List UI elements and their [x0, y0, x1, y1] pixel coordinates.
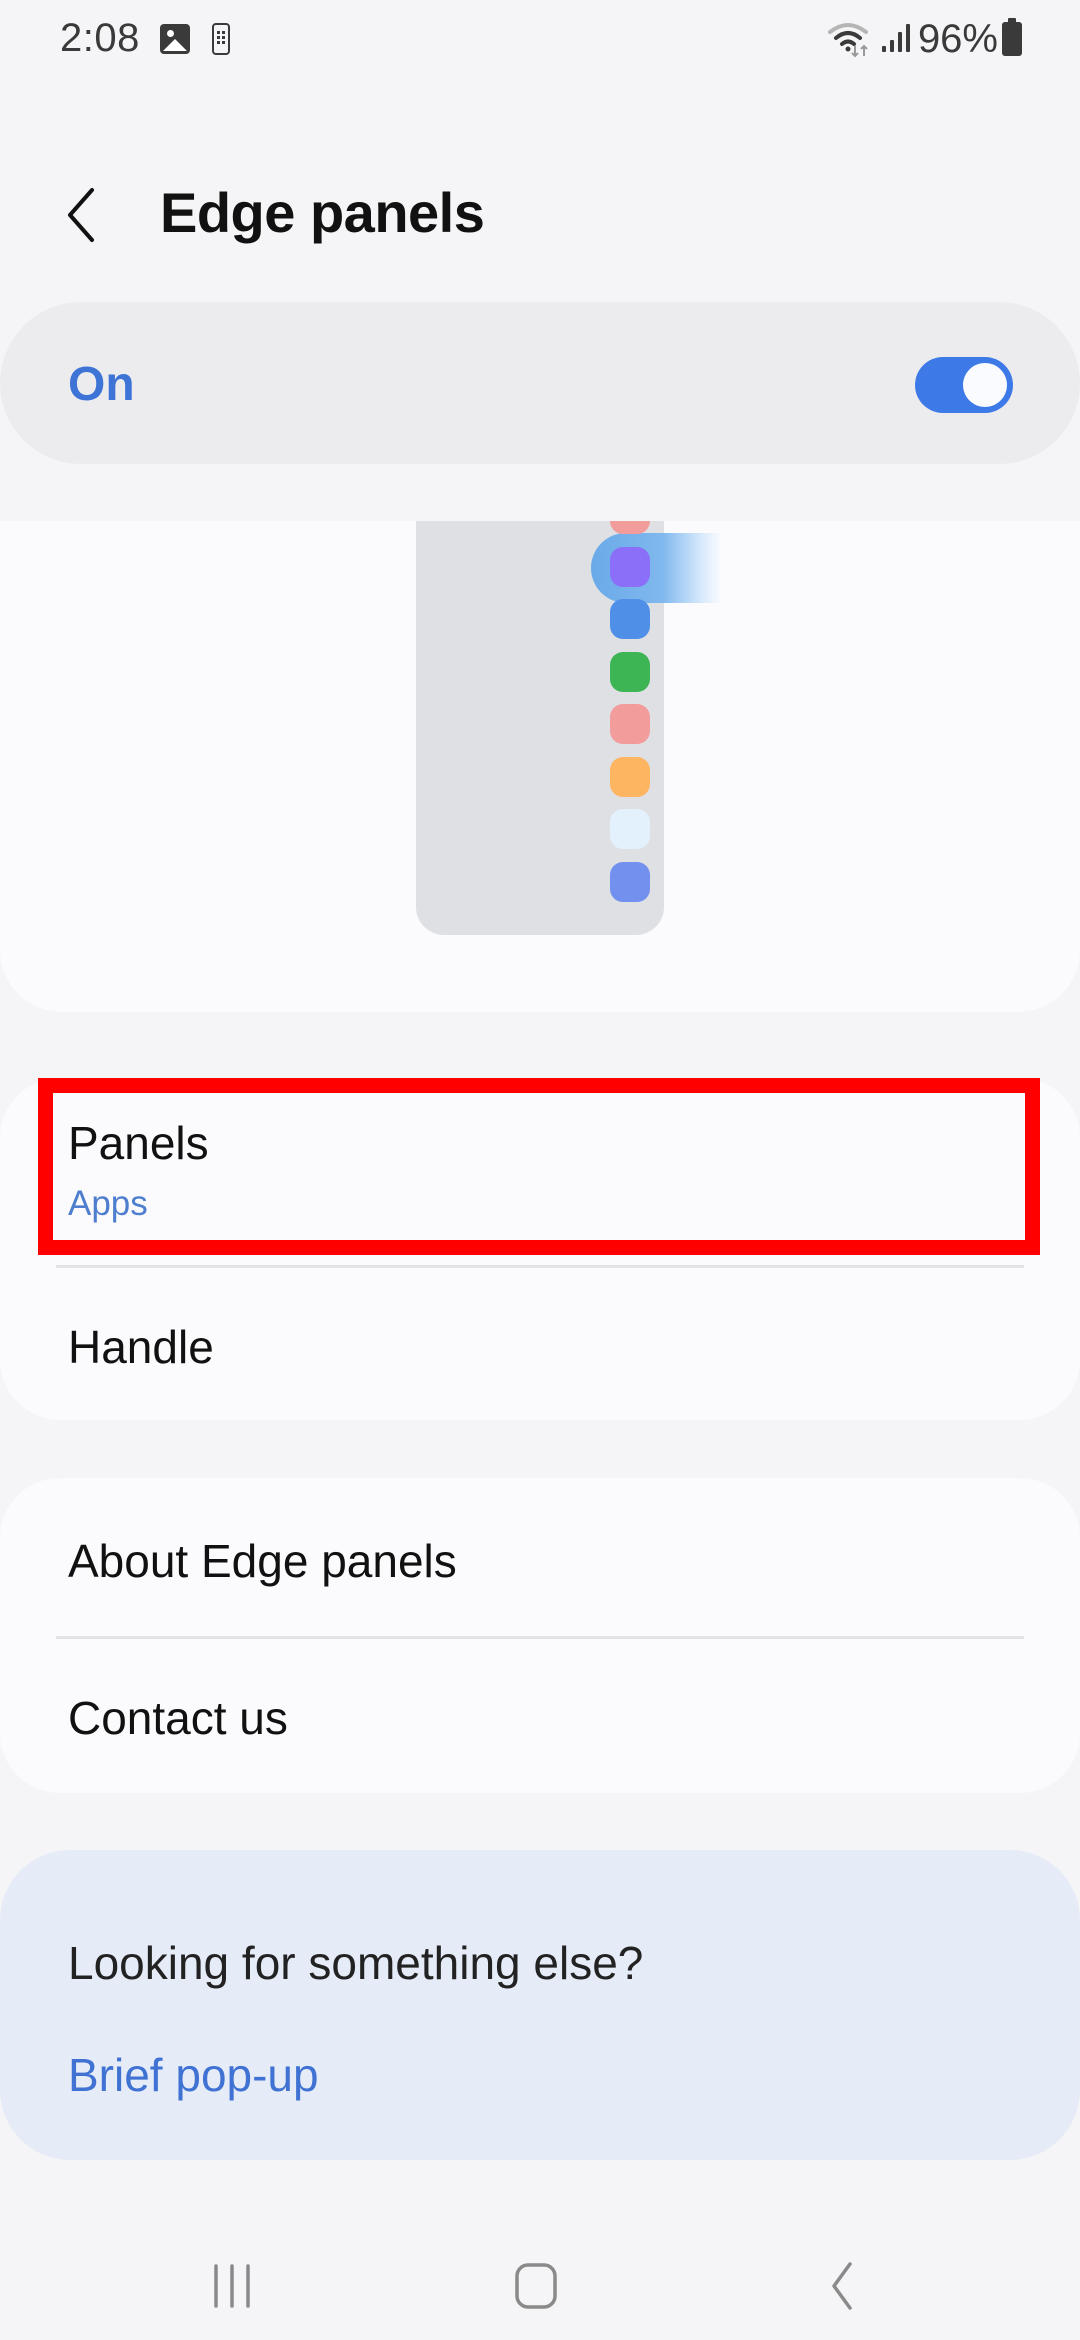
- recents-icon: [214, 2264, 250, 2308]
- edge-app-icon: [610, 809, 650, 849]
- home-button[interactable]: [495, 2250, 575, 2320]
- item-title: About Edge panels: [68, 1535, 457, 1587]
- back-icon: [832, 2262, 852, 2310]
- preview-card: [0, 521, 1080, 1012]
- edge-app-icon: [610, 651, 650, 692]
- settings-card-about: About Edge panels Contact us: [0, 1478, 1080, 1793]
- nav-back-button[interactable]: [800, 2250, 880, 2320]
- edge-app-icon: [610, 546, 650, 587]
- app-bar: Edge panels: [0, 160, 1080, 270]
- list-item-panels[interactable]: Panels Apps: [0, 1078, 1080, 1258]
- master-switch-bar[interactable]: On: [0, 302, 1080, 464]
- list-item-contact[interactable]: Contact us: [0, 1639, 1080, 1793]
- item-subtitle: Apps: [68, 1184, 148, 1223]
- suggestions-card: Looking for something else? Brief pop-up: [0, 1850, 1080, 2160]
- page-title: Edge panels: [160, 181, 485, 244]
- status-bar: 2:08 96%: [0, 0, 1080, 80]
- status-time: 2:08: [60, 16, 140, 60]
- phone-preview: [416, 521, 721, 935]
- gallery-icon: [160, 24, 190, 54]
- edge-app-icon: [610, 599, 650, 639]
- toggle-knob: [963, 363, 1007, 407]
- chevron-left-icon: [68, 188, 94, 242]
- list-item-handle[interactable]: Handle: [0, 1268, 1080, 1420]
- edge-app-icon: [610, 861, 650, 902]
- wifi-icon: [827, 23, 868, 58]
- remote-icon: [212, 23, 230, 55]
- item-title: Contact us: [68, 1692, 288, 1744]
- edge-app-icon: [610, 756, 650, 797]
- signal-icon: [880, 24, 910, 54]
- suggestions-title: Looking for something else?: [68, 1937, 644, 1989]
- home-icon: [515, 2263, 557, 2309]
- item-title: Panels: [68, 1117, 209, 1169]
- item-title: Handle: [68, 1321, 214, 1373]
- settings-card-panels: Panels Apps Handle: [0, 1078, 1080, 1420]
- navigation-bar: [0, 2220, 1080, 2340]
- back-button[interactable]: [56, 180, 116, 250]
- recents-button[interactable]: [192, 2250, 272, 2320]
- battery-percent: 96%: [917, 16, 998, 61]
- edge-app-icon: [610, 704, 650, 744]
- list-item-about[interactable]: About Edge panels: [0, 1478, 1080, 1636]
- link-brief-popup[interactable]: Brief pop-up: [68, 2048, 319, 2102]
- battery-icon: [1002, 18, 1022, 56]
- master-switch-label: On: [68, 358, 135, 411]
- master-toggle[interactable]: [915, 357, 1013, 413]
